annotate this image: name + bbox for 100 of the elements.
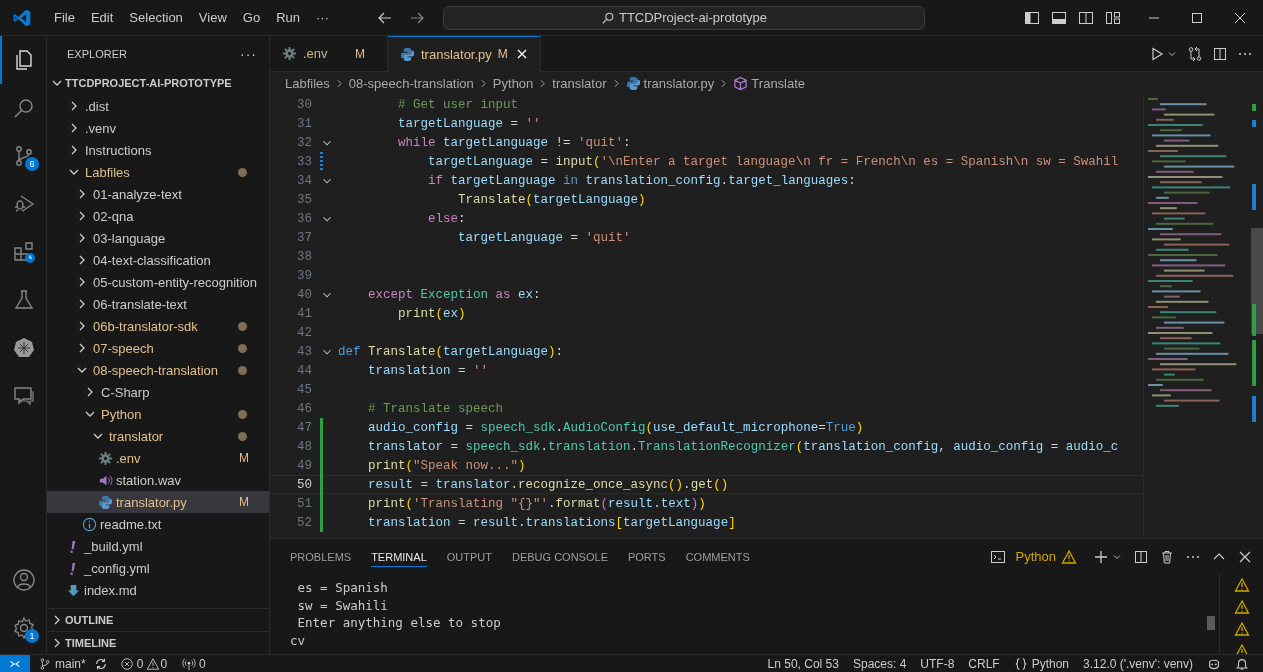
file-tree-item[interactable]: index.md <box>47 579 269 601</box>
warning-count[interactable]: 0 <box>160 656 168 671</box>
file-tree-item[interactable]: 03-language <box>47 227 269 249</box>
collapsed-section-header[interactable]: OUTLINE <box>47 608 269 631</box>
project-name: TTCDPROJECT-AI-PROTOTYPE <box>65 77 232 89</box>
warning-icon[interactable] <box>146 656 161 671</box>
down-arrow-icon <box>66 582 81 598</box>
file-tree-item[interactable]: _config.yml <box>47 557 269 579</box>
project-root-header[interactable]: TTCDPROJECT-AI-PROTOTYPE <box>47 72 269 94</box>
terminal-selector[interactable]: Python <box>1015 549 1056 564</box>
split-layout-icon[interactable] <box>1078 9 1094 26</box>
breadcrumb-item[interactable]: Translate <box>751 75 806 91</box>
braces-icon[interactable] <box>1013 656 1028 671</box>
status-item[interactable]: 3.12.0 ('.venv': venv) <box>1083 656 1193 671</box>
branch-status[interactable]: main* <box>55 656 86 671</box>
scrollbar-thumb[interactable] <box>1207 616 1215 630</box>
command-center-search[interactable]: TTCDProject-ai-prototype <box>443 5 925 30</box>
file-tree-item[interactable]: translator <box>47 425 269 447</box>
flask-icon[interactable] <box>12 288 36 312</box>
warning-icon[interactable] <box>1233 599 1250 615</box>
file-tree-item[interactable]: .dist <box>47 95 269 117</box>
file-tree-item[interactable]: 02-qna <box>47 205 269 227</box>
file-tree-item[interactable]: _build.yml <box>47 535 269 557</box>
activity-bar-item[interactable]: 6 <box>0 132 46 180</box>
file-tree-item[interactable]: .env M <box>47 447 269 469</box>
file-tree-item[interactable]: 04-text-classification <box>47 249 269 271</box>
file-tree-item[interactable]: C-Sharp <box>47 381 269 403</box>
menu-item[interactable]: Run <box>268 10 308 25</box>
code-line: def Translate(targetLanguage): <box>338 344 564 359</box>
menu-item[interactable]: Go <box>234 10 269 25</box>
remote-button[interactable] <box>0 655 30 672</box>
panel-tab[interactable]: PROBLEMS <box>290 546 352 567</box>
status-item[interactable]: Python <box>1031 656 1070 671</box>
extensions-icon[interactable] <box>12 240 36 264</box>
python-icon <box>625 75 641 91</box>
file-tree-item[interactable]: .venv <box>47 117 269 139</box>
warning-icon[interactable] <box>1233 577 1250 593</box>
status-item[interactable]: Ln 50, Col 53 <box>767 656 839 671</box>
ports-count[interactable]: 0 <box>199 656 206 671</box>
menu-item[interactable]: View <box>190 10 235 25</box>
sidebar-layout-icon[interactable] <box>1024 9 1040 26</box>
file-tree-item[interactable]: 08-speech-translation <box>47 359 269 381</box>
menu-item[interactable]: File <box>46 10 83 25</box>
line-number: 45 <box>296 382 312 397</box>
customize-layout-icon[interactable] <box>1105 9 1121 26</box>
file-tree-item[interactable]: 06-translate-text <box>47 293 269 315</box>
file-tree-item[interactable]: Python <box>47 403 269 425</box>
file-tree-item[interactable]: readme.txt <box>47 513 269 535</box>
file-tree-item[interactable]: 07-speech <box>47 337 269 359</box>
run-icon[interactable] <box>1149 45 1165 62</box>
file-tree-item[interactable]: 06b-translator-sdk <box>47 315 269 337</box>
status-item[interactable]: UTF-8 <box>920 656 955 671</box>
error-icon[interactable] <box>119 656 134 671</box>
breadcrumb-item[interactable]: Labfiles <box>285 75 330 91</box>
menu-item[interactable]: ··· <box>308 10 337 25</box>
file-tree-item[interactable]: station.wav <box>47 469 269 491</box>
add-icon[interactable] <box>1093 548 1109 565</box>
line-number: 39 <box>296 268 312 283</box>
panel-tab[interactable]: TERMINAL <box>371 546 427 567</box>
panel-tab[interactable]: COMMENTS <box>685 546 750 567</box>
chat-icon[interactable] <box>12 384 36 408</box>
trash-icon[interactable] <box>1159 548 1175 565</box>
panel-layout-icon[interactable] <box>1051 9 1067 26</box>
breadcrumb-item[interactable]: translator <box>552 75 607 91</box>
more-actions-button[interactable]: ··· <box>240 46 257 62</box>
breadcrumb-item[interactable]: translator.py <box>643 75 715 91</box>
settings-icon[interactable] <box>12 616 36 640</box>
status-item[interactable]: Spaces: 4 <box>852 656 907 671</box>
panel-tab[interactable]: DEBUG CONSOLE <box>512 546 608 567</box>
sync-icon[interactable] <box>93 656 108 671</box>
panel-tab[interactable]: PORTS <box>627 546 666 567</box>
split-terminal-icon[interactable] <box>1133 548 1149 565</box>
antenna-icon[interactable] <box>182 656 197 671</box>
status-item[interactable]: CRLF <box>968 656 1000 671</box>
code-line: if targetLanguage in translation_config.target_languages: <box>427 173 856 188</box>
file-tree-item[interactable]: 05-custom-entity-recognition <box>47 271 269 293</box>
editor-tab[interactable]: translator.py M <box>388 36 541 72</box>
error-count[interactable]: 0 <box>136 656 144 671</box>
helm-wheel-icon[interactable] <box>12 336 36 360</box>
warning-icon[interactable] <box>1233 621 1250 637</box>
search-icon[interactable] <box>12 96 36 120</box>
breadcrumb-item[interactable]: Python <box>492 75 534 91</box>
terminal-icon[interactable] <box>989 548 1006 565</box>
panel-tab[interactable]: OUTPUT <box>446 546 492 567</box>
branch-icon[interactable] <box>38 656 52 671</box>
notifications-icon[interactable] <box>1235 656 1249 671</box>
file-tree-item[interactable]: Instructions <box>47 139 269 161</box>
line-number: 37 <box>296 230 312 245</box>
compare-changes-icon[interactable] <box>1187 45 1203 62</box>
file-tree-item[interactable]: 01-analyze-text <box>47 183 269 205</box>
file-tree-item[interactable]: translator.py M <box>47 491 269 513</box>
menu-item[interactable]: Selection <box>121 10 191 25</box>
breadcrumb-item[interactable]: 08-speech-translation <box>348 75 474 91</box>
account-icon[interactable] <box>12 568 36 592</box>
file-tree-item[interactable]: Labfiles <box>47 161 269 183</box>
code-line: translation = '' <box>367 363 489 378</box>
split-editor-icon[interactable] <box>1212 45 1228 62</box>
collapsed-section-header[interactable]: TIMELINE <box>47 631 269 654</box>
menu-item[interactable]: Edit <box>82 10 122 25</box>
line-number: 52 <box>296 515 312 530</box>
